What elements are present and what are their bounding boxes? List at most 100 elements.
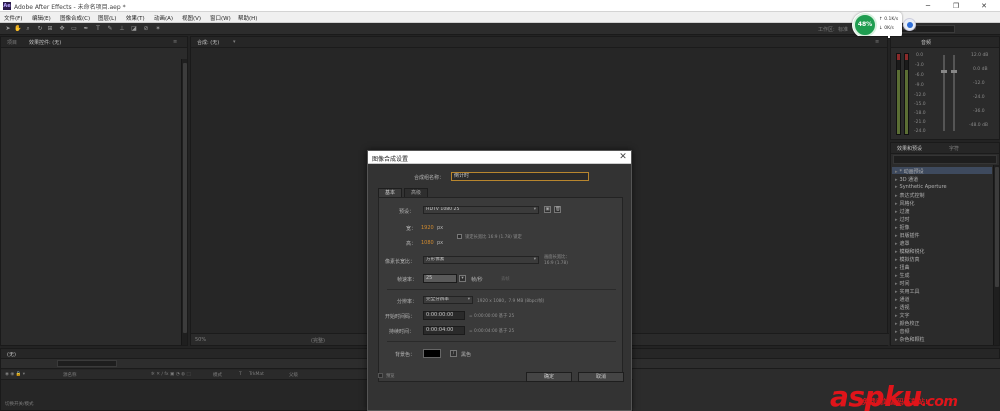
- resolution-select[interactable]: 完全分辨率 ▾: [423, 296, 473, 304]
- hand-tool-icon[interactable]: ✋: [14, 25, 22, 33]
- tab-character[interactable]: 字符: [949, 145, 959, 152]
- zoom-tool-icon[interactable]: ⌕: [24, 25, 32, 33]
- effects-scrollbar-thumb[interactable]: [995, 167, 999, 287]
- roto-brush-tool-icon[interactable]: ⊘: [142, 25, 150, 33]
- effects-category-item[interactable]: ▸ Synthetic Aperture: [895, 184, 947, 190]
- expand-arrow-icon[interactable]: ▸: [895, 329, 898, 335]
- expand-arrow-icon[interactable]: ▸: [895, 265, 898, 271]
- tab-timeline[interactable]: (无): [7, 351, 16, 358]
- preview-checkbox[interactable]: [378, 373, 383, 378]
- clone-stamp-tool-icon[interactable]: ⊥: [118, 25, 126, 33]
- expand-arrow-icon[interactable]: ▸: [895, 184, 898, 190]
- column-t[interactable]: T: [239, 372, 242, 377]
- menu-view[interactable]: 视图(V): [182, 14, 201, 22]
- effects-category-item[interactable]: ▸ 杂色和颗粒: [895, 336, 925, 343]
- audio-slider-left[interactable]: [943, 55, 945, 131]
- expand-arrow-icon[interactable]: ▸: [895, 177, 898, 183]
- menu-effect[interactable]: 效果(T): [126, 14, 145, 22]
- expand-arrow-icon[interactable]: ▸: [895, 193, 898, 199]
- effects-category-item[interactable]: ▸ 生成: [895, 272, 910, 279]
- eraser-tool-icon[interactable]: ◪: [130, 25, 138, 33]
- pixel-aspect-select[interactable]: 方形像素 ▾: [423, 256, 539, 264]
- toggle-switches-modes[interactable]: 切换开关/模式: [5, 401, 34, 407]
- menu-animation[interactable]: 动画(A): [154, 14, 173, 22]
- effects-category-item[interactable]: ▸ 文字: [895, 312, 910, 319]
- pen-tool-icon[interactable]: ✒: [82, 25, 90, 33]
- cancel-button[interactable]: 取消: [578, 372, 624, 382]
- effects-category-item[interactable]: ▸ 时间: [895, 280, 910, 287]
- puppet-tool-icon[interactable]: ✶: [154, 25, 162, 33]
- effects-category-item[interactable]: ▸ 颜色校正: [895, 320, 920, 327]
- effects-category-item[interactable]: ▸ 扭曲: [895, 264, 910, 271]
- menu-composition[interactable]: 图像合成(C): [60, 14, 90, 22]
- effects-category-item[interactable]: ▸ 3D 通道: [895, 176, 918, 183]
- tab-project[interactable]: 项目: [7, 39, 17, 46]
- width-value[interactable]: 1920: [421, 225, 434, 231]
- rotate-tool-icon[interactable]: ↻: [36, 25, 44, 33]
- brush-tool-icon[interactable]: ✎: [106, 25, 114, 33]
- frame-rate-input[interactable]: 25: [423, 274, 457, 283]
- tab-advanced[interactable]: 高级: [404, 188, 429, 197]
- camera-tool-icon[interactable]: ⊞: [46, 25, 54, 33]
- effects-search-input[interactable]: [893, 155, 997, 164]
- effects-category-item[interactable]: ▸ 过时: [895, 216, 910, 223]
- save-preset-icon[interactable]: ▣: [544, 206, 551, 213]
- menu-edit[interactable]: 编辑(E): [32, 14, 51, 22]
- effects-category-item[interactable]: ▸ 透视: [895, 304, 910, 311]
- close-window-button[interactable]: ✕: [972, 1, 996, 11]
- comp-panel-menu-icon[interactable]: ≡: [875, 39, 879, 45]
- selection-tool-icon[interactable]: ➤: [4, 25, 12, 33]
- expand-arrow-icon[interactable]: ▸: [895, 209, 898, 215]
- project-scrollbar-thumb[interactable]: [183, 63, 187, 333]
- effects-category-item[interactable]: ▸ 模拟仿真: [895, 256, 920, 263]
- menu-window[interactable]: 窗口(W): [210, 14, 231, 22]
- minimize-button[interactable]: ─: [916, 1, 940, 11]
- expand-arrow-icon[interactable]: ▸: [895, 305, 898, 311]
- comp-lock-icon[interactable]: ▾: [233, 39, 236, 45]
- lock-aspect-checkbox[interactable]: [457, 234, 462, 239]
- mask-tool-icon[interactable]: ▭: [70, 25, 78, 33]
- workspace-select[interactable]: 标准: [838, 26, 848, 33]
- audio-slider-right-knob[interactable]: [951, 70, 957, 73]
- timeline-search-input[interactable]: [57, 360, 117, 367]
- expand-arrow-icon[interactable]: ▸: [895, 233, 898, 239]
- expand-arrow-icon[interactable]: ▸: [895, 321, 898, 327]
- effects-category-item[interactable]: ▸ 实用工具: [895, 288, 920, 295]
- restore-button[interactable]: ❐: [944, 1, 968, 11]
- expand-arrow-icon[interactable]: ▸: [895, 337, 898, 343]
- tab-effects-presets[interactable]: 效果和预设: [897, 145, 922, 152]
- effects-category-item[interactable]: ▸ 抠像: [895, 224, 910, 231]
- effects-category-item[interactable]: ▸ 音频: [895, 328, 910, 335]
- preset-select[interactable]: HDTV 1080 25 ▾: [423, 206, 539, 214]
- column-parent[interactable]: 父级: [289, 372, 298, 378]
- pan-behind-tool-icon[interactable]: ✥: [58, 25, 66, 33]
- frame-rate-dropdown-icon[interactable]: ▾: [459, 275, 466, 282]
- comp-name-input[interactable]: 倒计时: [451, 172, 589, 181]
- tab-audio[interactable]: 音频: [921, 39, 931, 46]
- audio-slider-left-knob[interactable]: [941, 70, 947, 73]
- effects-category-item[interactable]: ▸ 通道: [895, 296, 910, 303]
- eyedropper-icon[interactable]: ∕: [450, 350, 457, 357]
- expand-arrow-icon[interactable]: ▸: [895, 249, 898, 255]
- expand-arrow-icon[interactable]: ▸: [895, 289, 898, 295]
- expand-arrow-icon[interactable]: ▸: [895, 169, 898, 175]
- background-color-swatch[interactable]: [423, 349, 441, 358]
- type-tool-icon[interactable]: T: [94, 25, 102, 33]
- height-value[interactable]: 1080: [421, 240, 434, 246]
- expand-arrow-icon[interactable]: ▸: [895, 297, 898, 303]
- panel-menu-icon[interactable]: ≡: [173, 39, 177, 45]
- duration-input[interactable]: 0:00:04:00: [423, 326, 465, 335]
- effects-category-item[interactable]: ▸ 表达式控制: [895, 192, 925, 199]
- tab-composition[interactable]: 合成: (无): [197, 39, 219, 46]
- dialog-close-icon[interactable]: ✕: [618, 152, 628, 162]
- expand-arrow-icon[interactable]: ▸: [895, 217, 898, 223]
- menu-file[interactable]: 文件(F): [4, 14, 22, 22]
- effects-category-item[interactable]: ▸ 过渡: [895, 208, 910, 215]
- expand-arrow-icon[interactable]: ▸: [895, 273, 898, 279]
- column-mode[interactable]: 模式: [213, 372, 222, 378]
- tab-effect-controls[interactable]: 效果控件: (无): [29, 39, 61, 46]
- start-timecode-input[interactable]: 0:00:00:00: [423, 311, 465, 320]
- effects-scrollbar[interactable]: [993, 165, 999, 345]
- menu-layer[interactable]: 图层(L): [98, 14, 116, 22]
- effects-category-item[interactable]: ▸ 模糊和锐化: [895, 248, 925, 255]
